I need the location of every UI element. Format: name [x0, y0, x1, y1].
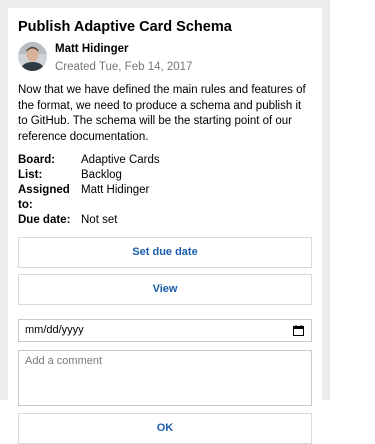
fact-row: Assigned to: Matt Hidinger: [18, 183, 160, 213]
card-description: Now that we have defined the main rules …: [18, 84, 306, 143]
fact-title: Board:: [18, 154, 56, 166]
comment-input[interactable]: Add a comment: [18, 350, 312, 406]
card-title: Publish Adaptive Card Schema: [18, 19, 232, 35]
author-row: Matt Hidinger Created Tue, Feb 14, 2017: [18, 41, 312, 75]
fact-title: Due date:: [18, 214, 71, 226]
author-name: Matt Hidinger: [55, 43, 129, 55]
fact-value: Not set: [81, 214, 118, 226]
fact-value: Adaptive Cards: [81, 154, 160, 166]
avatar: [18, 42, 47, 71]
due-date-input[interactable]: mm/dd/yyyy: [18, 319, 312, 342]
view-button[interactable]: View: [18, 274, 312, 305]
adaptive-card: Publish Adaptive Card Schema Matt Hiding…: [8, 8, 322, 444]
author-info: Matt Hidinger Created Tue, Feb 14, 2017: [55, 41, 192, 75]
fact-value: Backlog: [81, 169, 122, 181]
fact-value: Matt Hidinger: [81, 184, 150, 196]
ok-button[interactable]: OK: [18, 413, 312, 444]
created-date: Created Tue, Feb 14, 2017: [55, 61, 193, 73]
fact-row: Board: Adaptive Cards: [18, 153, 160, 168]
set-due-date-button[interactable]: Set due date: [18, 237, 312, 268]
fact-title: Assigned to:: [18, 184, 70, 211]
fact-title: List:: [18, 169, 43, 181]
calendar-icon[interactable]: [293, 325, 304, 336]
fact-row: List: Backlog: [18, 168, 160, 183]
person-avatar-icon: [18, 42, 47, 71]
fact-set: Board: Adaptive Cards List: Backlog Assi…: [18, 153, 160, 228]
card-frame: Publish Adaptive Card Schema Matt Hiding…: [0, 0, 330, 444]
fact-row: Due date: Not set: [18, 213, 160, 228]
date-input-value: mm/dd/yyyy: [25, 324, 84, 336]
